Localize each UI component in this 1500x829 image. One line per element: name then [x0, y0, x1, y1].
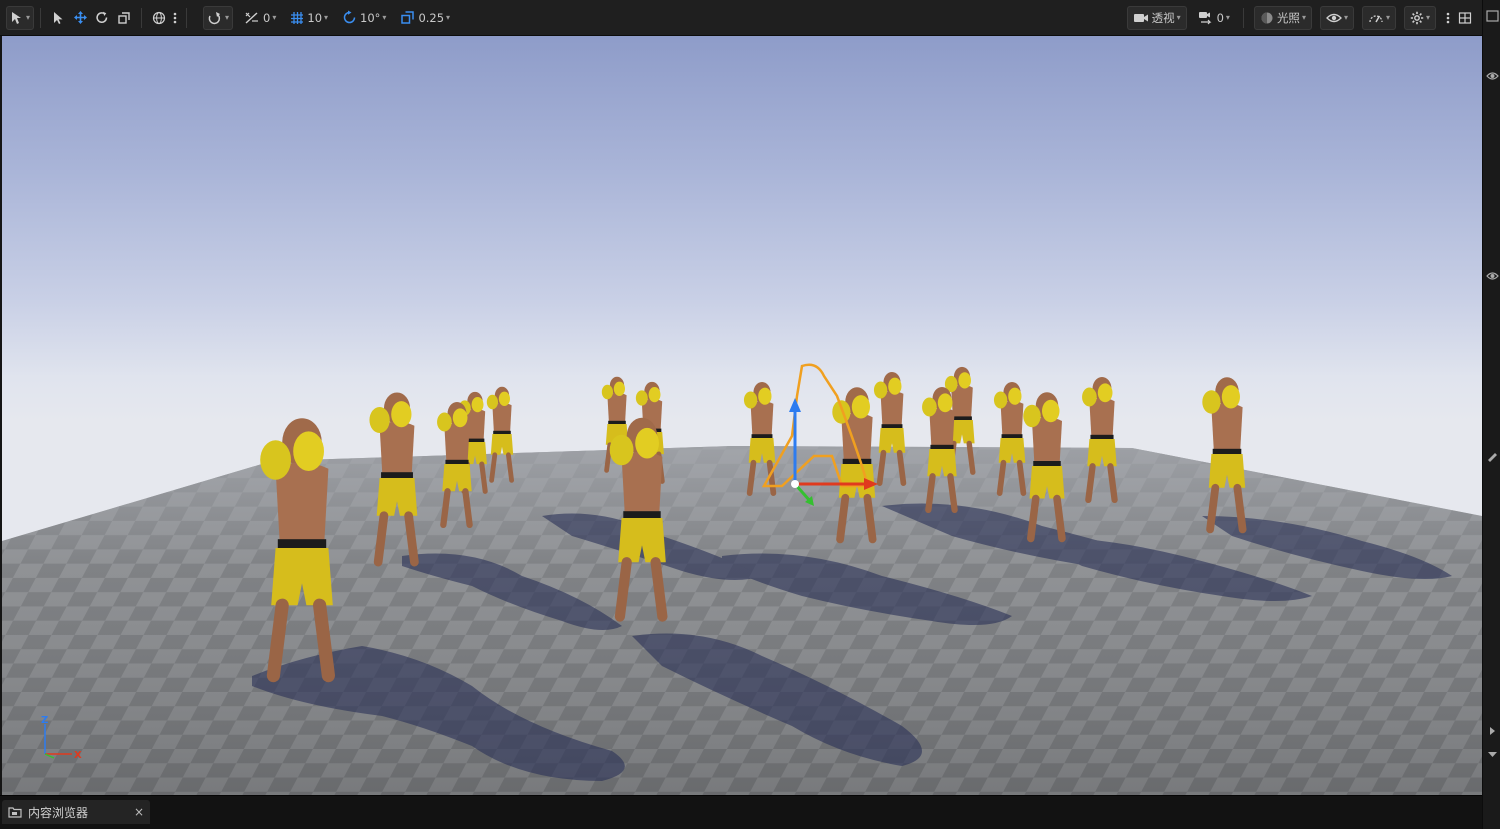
viewport-layout-button[interactable] [1454, 6, 1476, 30]
edit-icon[interactable] [1486, 450, 1499, 462]
lighting-label: 光照 [1276, 10, 1300, 25]
surface-snap-dropdown[interactable]: 0 ▾ [241, 6, 279, 30]
rotation-snap-icon [343, 10, 356, 24]
coordinate-system-button[interactable] [148, 6, 170, 30]
cursor-arrow-icon [53, 11, 63, 24]
axis-z-label: Z [41, 715, 48, 726]
toolbar-separator [186, 7, 188, 28]
expand-arrow-icon[interactable] [1486, 725, 1499, 737]
close-tab-button[interactable]: × [134, 805, 144, 819]
level-viewport[interactable]: Z X [2, 36, 1482, 795]
move-arrows-icon [73, 11, 87, 24]
bottom-drawer-bar: 内容浏览器 × [0, 795, 1482, 829]
gear-icon [1410, 11, 1424, 24]
lit-sphere-icon [1261, 12, 1273, 23]
toolbar-separator [141, 7, 143, 28]
more-options-button[interactable] [170, 6, 180, 30]
view-mode-dropdown[interactable]: 透视 ▾ [1126, 5, 1187, 30]
vertical-dots-icon [173, 12, 177, 23]
panel-icon[interactable] [1486, 10, 1499, 22]
scale-snap-dropdown[interactable]: 0.25 ▾ [397, 6, 453, 30]
performance-scalability-dropdown[interactable]: ▾ [1361, 5, 1396, 30]
scale-icon [118, 11, 130, 24]
content-browser-tab[interactable]: 内容浏览器 × [2, 800, 150, 824]
content-browser-label: 内容浏览器 [28, 805, 89, 820]
lighting-mode-dropdown[interactable]: 光照 ▾ [1253, 5, 1312, 30]
rotation-snap-dropdown[interactable]: 10° ▾ [339, 6, 389, 30]
camera-icon [1133, 13, 1148, 22]
snap-mode-dropdown[interactable]: ▾ [203, 5, 234, 30]
viewport-more-button[interactable] [1442, 6, 1454, 30]
eye-icon[interactable] [1486, 70, 1499, 82]
vertical-dots-icon [1446, 12, 1450, 23]
layout-grid-icon [1458, 11, 1472, 24]
gauge-icon [1369, 14, 1383, 22]
floor-haze [2, 446, 1482, 795]
scene-render[interactable]: Z X [2, 36, 1482, 795]
rotate-tool-button[interactable] [91, 6, 113, 30]
toolbar-separator [40, 7, 42, 28]
camera-speed-dropdown[interactable]: 0 ▾ [1195, 6, 1233, 30]
translate-tool-button[interactable] [69, 6, 91, 30]
toolbar-separator [1242, 7, 1244, 28]
scale-snap-value: 0.25 [418, 10, 445, 25]
axis-x-label: X [74, 750, 82, 761]
surface-snap-icon [245, 11, 259, 24]
viewport-settings-dropdown[interactable]: ▾ [1403, 5, 1436, 30]
eye-icon[interactable] [1486, 270, 1499, 282]
scale-tool-button[interactable] [113, 6, 135, 30]
collapse-arrow-icon[interactable] [1486, 748, 1499, 760]
scale-snap-icon [401, 11, 415, 24]
content-browser-icon [8, 807, 22, 818]
camera-speed-value: 0 [1216, 10, 1224, 25]
show-flags-dropdown[interactable]: ▾ [1319, 5, 1354, 30]
surface-snap-value: 0 [263, 10, 271, 25]
viewport-toolbar: ▾ ▾ 0 ▾ 10 ▾ 10° ▾ 0.25 ▾ 透视 ▾ 0 ▾ 光照 ▾ … [0, 0, 1482, 36]
rotate-icon [96, 11, 108, 23]
grid-snap-dropdown[interactable]: 10 ▾ [287, 6, 331, 30]
selection-mode-dropdown[interactable]: ▾ [6, 5, 35, 30]
select-tool-button[interactable] [47, 6, 69, 30]
grid-snap-value: 10 [307, 10, 323, 25]
snap-curve-icon [208, 11, 221, 24]
grid-snap-icon [291, 11, 304, 24]
eye-icon [1326, 13, 1342, 22]
globe-icon [152, 11, 166, 24]
camera-speed-icon [1198, 11, 1212, 24]
view-mode-label: 透视 [1151, 10, 1175, 25]
select-mode-icon [12, 11, 21, 24]
details-panel-edge [1482, 0, 1500, 829]
rotation-snap-value: 10° [360, 10, 381, 25]
